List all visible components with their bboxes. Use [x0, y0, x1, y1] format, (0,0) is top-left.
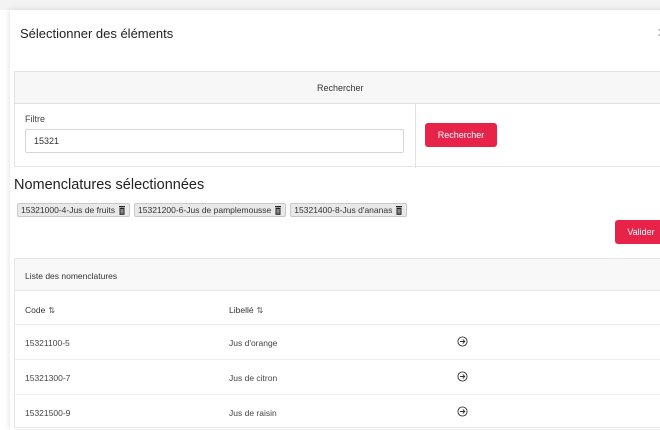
list-title: Liste des nomenclatures	[25, 271, 118, 281]
column-code-header[interactable]: Code ⇅	[25, 305, 55, 315]
trash-icon[interactable]	[274, 205, 282, 215]
arrow-circle-right-icon[interactable]	[457, 371, 468, 382]
selected-chip: 15321200-6-Jus de pamplemousse	[134, 203, 287, 217]
table-row[interactable]: 15321300-7 Jus de citron	[15, 360, 660, 395]
search-button[interactable]: Rechercher	[425, 123, 497, 147]
search-panel: Rechercher Filtre Rechercher	[14, 71, 660, 168]
filter-label: Filtre	[25, 114, 45, 124]
column-label-header[interactable]: Libellé ⇅	[229, 305, 263, 315]
row-code: 15321300-7	[25, 373, 71, 383]
backdrop-band	[0, 0, 660, 10]
table-header: Code ⇅ Libellé ⇅	[15, 291, 660, 325]
nomenclature-list: Liste des nomenclatures Code ⇅ Libellé ⇅ 1…	[14, 258, 660, 430]
row-code: 15321500-9	[25, 408, 71, 418]
sort-icon[interactable]: ⇅	[48, 306, 55, 315]
chip-label: 15321200-6-Jus de pamplemousse	[138, 205, 272, 215]
selected-chips: 15321000-4-Jus de fruits 15321200-6-Jus …	[17, 203, 408, 217]
chip-label: 15321400-8-Jus d'ananas	[294, 205, 393, 215]
selected-chip: 15321000-4-Jus de fruits	[17, 203, 131, 217]
selected-title: Nomenclatures sélectionnées	[14, 177, 205, 193]
table-row[interactable]: 15321100-5 Jus d'orange	[15, 325, 660, 360]
column-code-label: Code	[25, 305, 46, 315]
column-label-label: Libellé	[229, 305, 254, 315]
selected-chip: 15321400-8-Jus d'ananas	[290, 203, 408, 217]
row-label: Jus d'orange	[229, 338, 278, 348]
arrow-circle-right-icon[interactable]	[457, 406, 468, 417]
arrow-circle-right-icon[interactable]	[457, 336, 468, 347]
modal-title: Sélectionner des éléments	[20, 26, 174, 41]
divider	[415, 104, 416, 168]
search-panel-title: Rechercher	[317, 83, 364, 93]
list-header: Liste des nomenclatures	[15, 259, 660, 291]
table-row[interactable]: 15321500-9 Jus de raisin	[15, 395, 660, 430]
validate-button[interactable]: Valider	[615, 220, 660, 244]
row-label: Jus de raisin	[229, 408, 277, 418]
row-code: 15321100-5	[25, 338, 70, 348]
chip-label: 15321000-4-Jus de fruits	[21, 205, 116, 215]
sort-icon[interactable]: ⇅	[257, 306, 264, 315]
filter-input[interactable]	[25, 129, 404, 153]
row-label: Jus de citron	[229, 373, 278, 383]
search-panel-header: Rechercher	[15, 72, 660, 104]
trash-icon[interactable]	[118, 205, 126, 215]
trash-icon[interactable]	[395, 205, 403, 215]
